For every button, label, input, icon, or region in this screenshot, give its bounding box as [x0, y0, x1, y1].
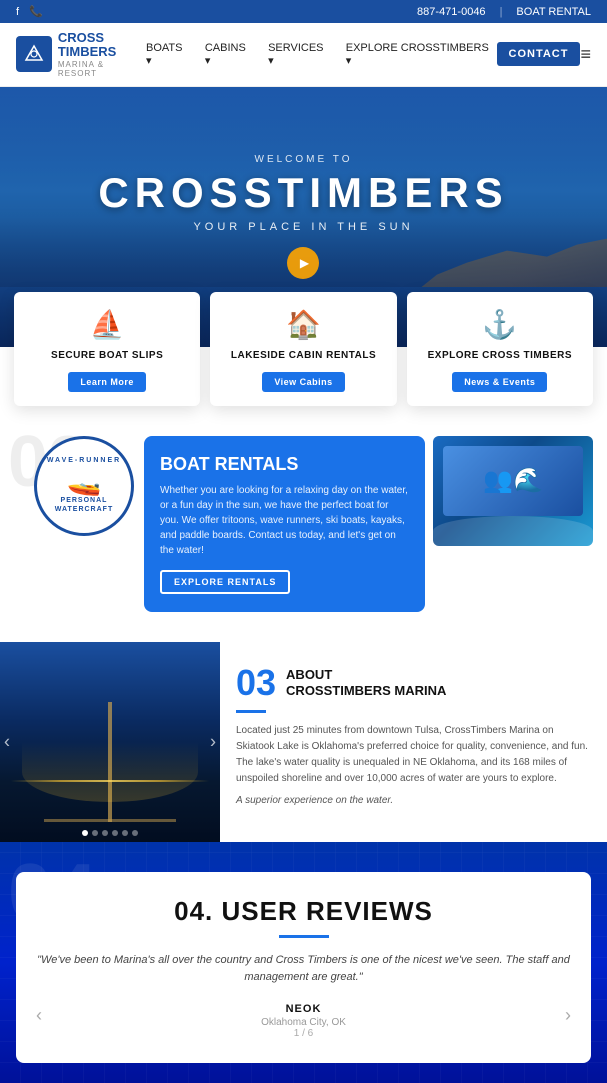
dot-5[interactable] [122, 830, 128, 836]
dot-2[interactable] [92, 830, 98, 836]
nav-boats[interactable]: BOATS ▾ [146, 42, 191, 67]
reviews-author: NEOK [261, 1003, 346, 1015]
wave-decoration [433, 516, 593, 546]
boat-icon: ⛵ [90, 308, 125, 341]
boat-rentals-description: Whether you are looking for a relaxing d… [160, 483, 409, 558]
reviews-title: 04. USER REVIEWS [36, 896, 571, 927]
marina-number-row: 03 ABOUTCROSSTIMBERS MARINA [236, 662, 591, 704]
top-bar-phone[interactable]: 887-471-0046 [417, 6, 486, 18]
boat-rentals-section: 02 WAVE-RUNNER 🚤 PERSONALWATERCRAFT BOAT… [0, 436, 607, 612]
hamburger-icon[interactable]: ≡ [580, 44, 591, 65]
dot-1[interactable] [82, 830, 88, 836]
logo[interactable]: CROSSTIMBERS MARINA & RESORT [16, 31, 146, 78]
nav-cabins[interactable]: CABINS ▾ [205, 42, 254, 67]
reviews-card: 04. USER REVIEWS "We've been to Marina's… [16, 872, 591, 1063]
reviews-underline [279, 935, 329, 938]
play-icon: ▶ [300, 256, 309, 270]
logo-sub: MARINA & RESORT [58, 60, 146, 78]
reviews-page-indicator: 1 / 6 [36, 1028, 571, 1039]
view-cabins-button[interactable]: View Cabins [262, 372, 344, 392]
boat-info-box: BOAT RENTALS Whether you are looking for… [144, 436, 425, 612]
card-boat-slips: ⛵ SECURE BOAT SLIPS Learn More [14, 292, 200, 406]
logo-text: CROSSTIMBERS [58, 31, 146, 60]
anchor-icon: ⚓ [482, 308, 517, 341]
marina-tagline: A superior experience on the water. [236, 795, 591, 806]
watercraft-icon: 🚤 [67, 464, 102, 497]
boat-image: 👥🌊 [433, 436, 593, 546]
dot-6[interactable] [132, 830, 138, 836]
facebook-icon[interactable]: f [16, 6, 19, 18]
learn-more-button[interactable]: Learn More [68, 372, 146, 392]
navbar: CROSSTIMBERS MARINA & RESORT BOATS ▾ CAB… [0, 23, 607, 87]
dock-horizontal [44, 819, 176, 822]
hero-title: CROSSTIMBERS [98, 169, 508, 217]
marina-heading: ABOUTCROSSTIMBERS MARINA [286, 667, 446, 698]
nav-services[interactable]: SERVICES ▾ [268, 42, 332, 67]
boat-badge: WAVE-RUNNER 🚤 PERSONALWATERCRAFT [34, 436, 134, 536]
badge-bottom: PERSONALWATERCRAFT [55, 497, 113, 514]
marina-description-1: Located just 25 minutes from downtown Tu… [236, 723, 591, 787]
section-number-03: 03 [236, 662, 276, 704]
dot-3[interactable] [102, 830, 108, 836]
card-explore: ⚓ EXPLORE CROSS TIMBERS News & Events [407, 292, 593, 406]
reviews-quote: "We've been to Marina's all over the cou… [36, 952, 571, 987]
news-events-button[interactable]: News & Events [452, 372, 547, 392]
nav-explore[interactable]: EXPLORE CROSSTIMBERS ▾ [346, 42, 497, 67]
boat-people-image: 👥🌊 [443, 446, 583, 516]
marina-section: ‹ › 03 ABOUTCROSSTIMBERS MARINA Located … [0, 642, 607, 842]
dot-4[interactable] [112, 830, 118, 836]
badge-top: WAVE-RUNNER [47, 457, 121, 464]
feature-cards: ⛵ SECURE BOAT SLIPS Learn More 🏠 LAKESID… [0, 292, 607, 406]
card-explore-title: EXPLORE CROSS TIMBERS [428, 349, 572, 362]
nav-links: BOATS ▾ CABINS ▾ SERVICES ▾ EXPLORE CROS… [146, 42, 497, 67]
reviews-navigation: ‹ NEOK Oklahoma City, OK › [36, 1003, 571, 1028]
card-cabin-title: LAKESIDE CABIN RENTALS [231, 349, 376, 362]
slideshow-prev-button[interactable]: ‹ [4, 731, 10, 752]
marina-divider [236, 710, 266, 713]
reviews-next-button[interactable]: › [565, 1005, 571, 1026]
hero-subtitle: YOUR PLACE IN THE SUN [98, 221, 508, 233]
top-bar-boat-rental[interactable]: BOAT RENTAL [516, 6, 591, 18]
hero-content: WELCOME TO CROSSTIMBERS YOUR PLACE IN TH… [98, 154, 508, 279]
phone-icon[interactable]: 📞 [29, 5, 43, 18]
boat-rentals-title: BOAT RENTALS [160, 454, 409, 475]
card-cabin-rentals: 🏠 LAKESIDE CABIN RENTALS View Cabins [210, 292, 396, 406]
marina-content: 03 ABOUTCROSSTIMBERS MARINA Located just… [220, 642, 607, 842]
slideshow-dots [82, 830, 138, 836]
top-bar-social: f 📞 [16, 5, 43, 18]
contact-button[interactable]: CONTACT [497, 42, 581, 66]
explore-rentals-button[interactable]: EXPLORE RENTALS [160, 570, 290, 594]
cabin-icon: 🏠 [286, 308, 321, 341]
reviews-section: 04 04. USER REVIEWS "We've been to Marin… [0, 842, 607, 1083]
marina-slideshow: ‹ › [0, 642, 220, 842]
logo-icon [22, 42, 46, 66]
card-boat-slips-title: SECURE BOAT SLIPS [51, 349, 163, 362]
hero-welcome: WELCOME TO [98, 154, 508, 165]
play-button[interactable]: ▶ [287, 247, 319, 279]
top-bar: f 📞 887-471-0046 | BOAT RENTAL [0, 0, 607, 23]
reviews-prev-button[interactable]: ‹ [36, 1005, 42, 1026]
slideshow-next-button[interactable]: › [210, 731, 216, 752]
reviews-location: Oklahoma City, OK [261, 1017, 346, 1028]
top-bar-contact: 887-471-0046 | BOAT RENTAL [417, 6, 591, 18]
